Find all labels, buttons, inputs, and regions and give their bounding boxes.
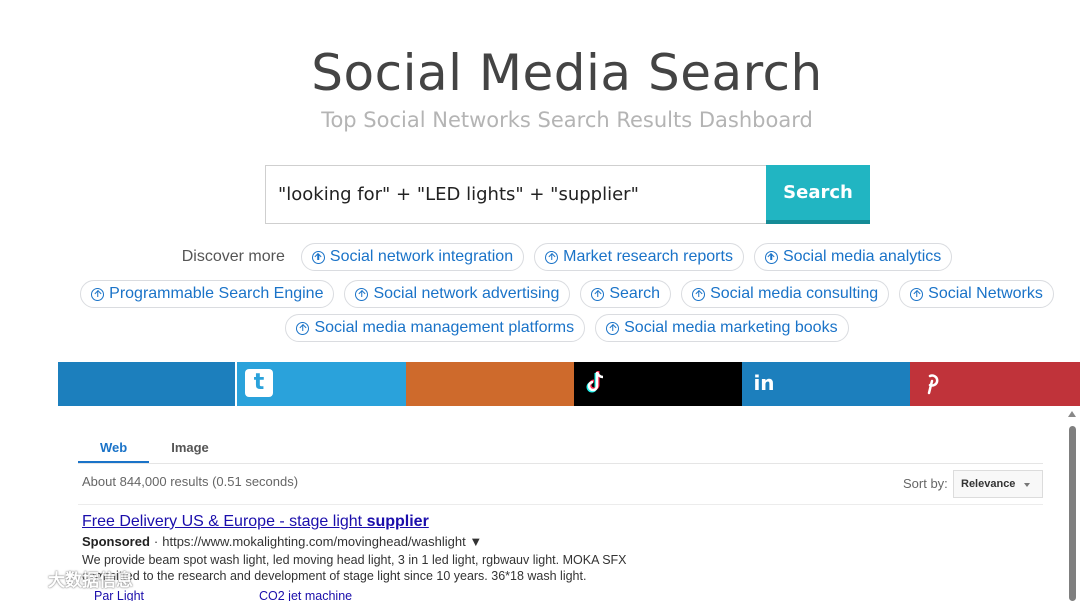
discover-row-2: Programmable Search Engine Social networ… (0, 280, 1080, 308)
sort-select[interactable]: Relevance (953, 470, 1043, 498)
ad-title-text: Free Delivery US & Europe - stage light (82, 513, 367, 530)
network-tab-linkedin[interactable]: in (742, 362, 910, 406)
discover-more-label: Discover more (181, 248, 285, 265)
results-scrollbar[interactable] (1064, 406, 1080, 601)
separator-dot: · (153, 534, 159, 549)
ad-meta: Sponsored · https://www.mokalighting.com/m… (82, 534, 482, 549)
chip-social-network-integration[interactable]: Social network integration (300, 243, 525, 271)
watermark-text: 大数据信息 (48, 571, 133, 591)
chevron-down-icon (1024, 483, 1030, 487)
chip-search[interactable]: Search (580, 280, 672, 308)
chip-label: Social media consulting (710, 285, 879, 302)
network-tab-bar: t in (58, 362, 1080, 406)
chip-label: Social network advertising (373, 285, 560, 302)
arrow-up-circle-icon (606, 321, 620, 335)
ad-description-line: committed to the research and developmen… (82, 569, 587, 583)
chip-social-network-advertising[interactable]: Social network advertising (344, 280, 571, 308)
pinterest-icon (918, 369, 946, 397)
ad-description: We provide beam spot wash light, led mov… (82, 552, 682, 584)
ad-options-caret-icon[interactable]: ▼ (469, 534, 482, 549)
page-subtitle: Top Social Networks Search Results Dashb… (321, 108, 813, 132)
tab-image[interactable]: Image (149, 434, 231, 463)
discover-row-1: Discover more Social network integration… (0, 243, 1080, 271)
chip-social-media-management-platforms[interactable]: Social media management platforms (285, 314, 586, 342)
ad-title-keyword: supplier (366, 513, 429, 530)
tab-web[interactable]: Web (78, 434, 150, 463)
watermark-logo-icon (8, 570, 41, 588)
chip-label: Search (609, 285, 661, 302)
arrow-up-circle-icon (692, 287, 706, 301)
network-tab-facebook[interactable] (58, 362, 237, 406)
search-box (265, 165, 766, 224)
search-input[interactable] (266, 166, 766, 223)
result-stats: About 844,000 results (0.51 seconds) (82, 474, 299, 489)
sitelink-co2-jet-machine[interactable]: CO2 jet machine (259, 589, 352, 601)
network-tab-reddit[interactable] (406, 362, 574, 406)
chip-label: Programmable Search Engine (109, 285, 324, 302)
arrow-up-circle-icon (764, 250, 778, 264)
chip-market-research-reports[interactable]: Market research reports (534, 243, 744, 271)
tiktok-icon (582, 369, 610, 397)
network-tab-tiktok[interactable] (574, 362, 742, 406)
arrow-up-circle-icon (91, 287, 105, 301)
arrow-up-circle-icon (311, 250, 325, 264)
chip-social-media-marketing-books[interactable]: Social media marketing books (595, 314, 849, 342)
chip-social-media-consulting[interactable]: Social media consulting (681, 280, 890, 308)
sponsored-label: Sponsored (82, 534, 150, 549)
chip-programmable-search-engine[interactable]: Programmable Search Engine (80, 280, 335, 308)
scroll-up-arrow-icon[interactable] (1068, 411, 1076, 417)
twitter-icon: t (245, 369, 273, 397)
arrow-up-circle-icon (355, 287, 369, 301)
arrow-up-circle-icon (910, 287, 924, 301)
search-button[interactable]: Search (766, 165, 870, 224)
watermark: 大数据信息 (8, 566, 133, 591)
arrow-up-circle-icon (296, 321, 310, 335)
network-tab-twitter[interactable]: t (237, 362, 406, 406)
ad-description-line: We provide beam spot wash light, led mov… (82, 553, 627, 567)
chip-label: Social network integration (329, 248, 514, 265)
discover-row-3: Social media management platforms Social… (0, 314, 1080, 342)
page-title: Social Media Search (311, 44, 823, 102)
chip-label: Social media management platforms (314, 319, 575, 336)
results-panel: Web Image About 844,000 results (0.51 se… (58, 406, 1080, 601)
arrow-up-circle-icon (591, 287, 605, 301)
chip-label: Social Networks (928, 285, 1043, 302)
ad-title-link[interactable]: Free Delivery US & Europe - stage light … (82, 513, 429, 531)
chip-label: Social media analytics (782, 248, 942, 265)
sort-label: Sort by: (903, 476, 948, 491)
chip-label: Market research reports (563, 248, 733, 265)
scroll-thumb[interactable] (1069, 426, 1076, 601)
sort-value: Relevance (961, 478, 1016, 490)
chip-social-media-analytics[interactable]: Social media analytics (753, 243, 953, 271)
chip-label: Social media marketing books (624, 319, 838, 336)
arrow-up-circle-icon (545, 250, 559, 264)
ad-url: https://www.mokalighting.com/movinghead/… (162, 534, 466, 549)
results-tabs: Web Image (78, 434, 1043, 464)
network-tab-pinterest[interactable] (910, 362, 1080, 406)
chip-social-networks[interactable]: Social Networks (899, 280, 1054, 308)
linkedin-icon: in (753, 371, 775, 395)
divider (78, 504, 1043, 505)
